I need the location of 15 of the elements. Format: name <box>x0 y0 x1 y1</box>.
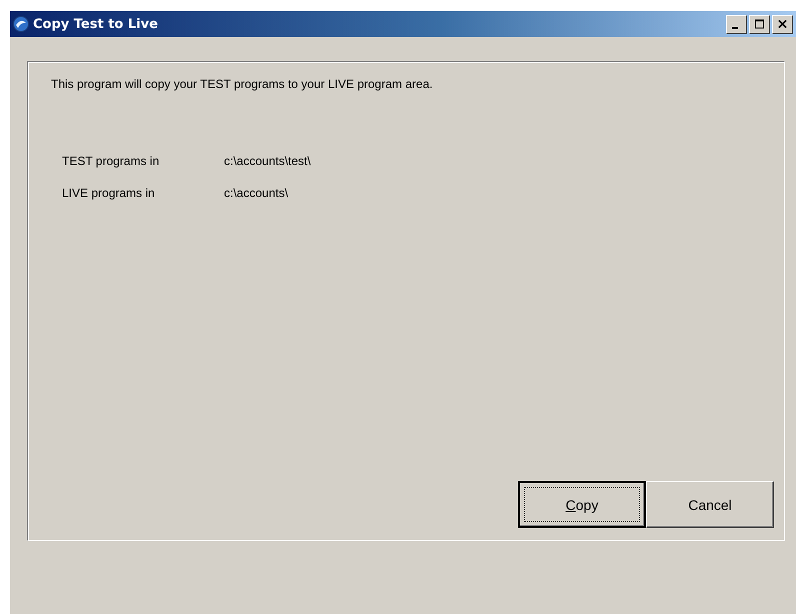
close-icon <box>778 19 787 29</box>
globe-icon <box>13 16 29 32</box>
path-value: c:\accounts\ <box>224 186 288 200</box>
maximize-icon <box>755 19 764 29</box>
minimize-icon <box>732 26 738 28</box>
message-text: This program will copy your TEST programs to your LIVE program area. <box>51 77 434 91</box>
path-value: c:\accounts\test\ <box>224 154 311 168</box>
minimize-button[interactable] <box>726 14 747 34</box>
window-title: Copy Test to Live <box>33 16 159 32</box>
dialog-button[interactable]: Copy <box>518 481 646 528</box>
close-button[interactable] <box>772 14 793 34</box>
path-label: LIVE programs in <box>62 186 156 200</box>
dialog-button[interactable]: Cancel <box>646 481 774 528</box>
maximize-button[interactable] <box>749 14 770 34</box>
path-label: TEST programs in <box>62 154 160 168</box>
